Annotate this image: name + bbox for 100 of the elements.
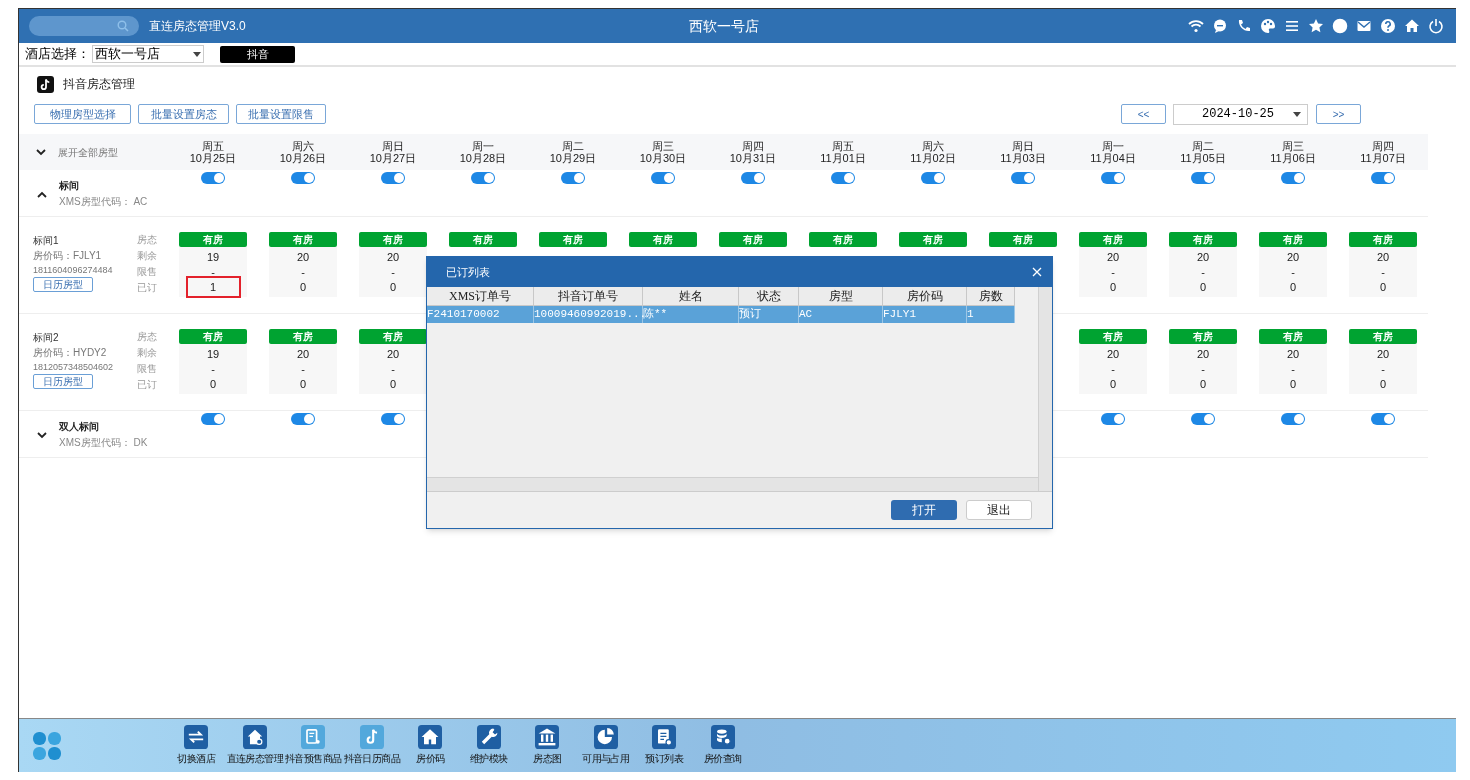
column-header[interactable]: 姓名 bbox=[643, 287, 739, 306]
close-icon[interactable] bbox=[1032, 267, 1042, 277]
hotel-select[interactable]: 西软一号店 bbox=[92, 45, 204, 63]
dialog-button[interactable]: 退出 bbox=[966, 500, 1032, 520]
toggle-switch[interactable] bbox=[1191, 172, 1215, 184]
previous-button[interactable]: << bbox=[1121, 104, 1166, 124]
phone-icon[interactable] bbox=[1236, 18, 1252, 34]
help-icon[interactable] bbox=[1380, 18, 1396, 34]
toggle-switch[interactable] bbox=[201, 413, 225, 425]
booked-value[interactable]: 0 bbox=[365, 276, 421, 298]
taskbar-item[interactable]: 抖音预售商品 bbox=[284, 725, 343, 766]
booked-value[interactable]: 0 bbox=[1355, 373, 1411, 395]
row-label: 剩余 bbox=[137, 346, 157, 360]
wifi-icon[interactable] bbox=[1188, 18, 1204, 34]
booked-value[interactable]: 1 bbox=[185, 276, 241, 298]
booked-value[interactable]: 0 bbox=[365, 373, 421, 395]
toggle-switch[interactable] bbox=[1011, 172, 1035, 184]
taskbar-item[interactable]: 维护模块 bbox=[459, 725, 518, 766]
toggle-switch[interactable] bbox=[291, 413, 315, 425]
booked-value[interactable]: 0 bbox=[1355, 276, 1411, 298]
booked-value[interactable]: 0 bbox=[1085, 276, 1141, 298]
toggle-switch[interactable] bbox=[1281, 413, 1305, 425]
column-header[interactable]: 抖音订单号 bbox=[534, 287, 643, 306]
rate-code: 房价码：FJLY1 bbox=[33, 249, 103, 263]
date-label: 10月25日 bbox=[189, 152, 237, 164]
horizontal-scrollbar[interactable] bbox=[427, 477, 1038, 491]
booked-value[interactable]: 0 bbox=[1085, 373, 1141, 395]
chat-icon[interactable] bbox=[1212, 18, 1228, 34]
date-select[interactable]: 2024-10-25 bbox=[1173, 103, 1308, 125]
toggle-switch[interactable] bbox=[201, 172, 225, 184]
status-badge: 有房 bbox=[989, 232, 1057, 247]
taskbar-item[interactable]: 切换酒店 bbox=[167, 725, 226, 766]
toggle-switch[interactable] bbox=[1371, 172, 1395, 184]
column-header[interactable]: 状态 bbox=[739, 287, 799, 306]
toggle-switch[interactable] bbox=[1191, 413, 1215, 425]
home-icon[interactable] bbox=[1404, 18, 1420, 34]
toggle-switch[interactable] bbox=[381, 172, 405, 184]
mail-icon[interactable] bbox=[1356, 18, 1372, 34]
booked-value[interactable]: 0 bbox=[275, 276, 331, 298]
calendar-button[interactable]: 日历房型 bbox=[33, 374, 93, 389]
status-badge: 有房 bbox=[359, 232, 427, 247]
action-button[interactable]: 物理房型选择 bbox=[34, 104, 131, 124]
vertical-scrollbar[interactable] bbox=[1038, 287, 1052, 491]
status-badge: 有房 bbox=[1079, 329, 1147, 344]
limit-value: - bbox=[391, 362, 395, 376]
star-icon[interactable] bbox=[1308, 18, 1324, 34]
toggle-switch[interactable] bbox=[741, 172, 765, 184]
remaining-value: 20 bbox=[296, 347, 310, 362]
taskbar-item[interactable]: 房价查询 bbox=[693, 725, 752, 766]
toggle-switch[interactable] bbox=[1281, 172, 1305, 184]
palette-icon[interactable] bbox=[1260, 18, 1276, 34]
column-header[interactable]: 房价码 bbox=[883, 287, 967, 306]
search-icon bbox=[117, 20, 129, 32]
status-badge: 有房 bbox=[1169, 329, 1237, 344]
booked-value[interactable]: 0 bbox=[1265, 276, 1321, 298]
next-button[interactable]: >> bbox=[1316, 104, 1361, 124]
toggle-switch[interactable] bbox=[381, 413, 405, 425]
dialog-button[interactable]: 打开 bbox=[891, 500, 957, 520]
status-badge: 有房 bbox=[179, 232, 247, 247]
column-header[interactable]: 房型 bbox=[799, 287, 883, 306]
toggle-switch[interactable] bbox=[1371, 413, 1395, 425]
taskbar-item[interactable]: 房态图 bbox=[518, 725, 577, 766]
toggle-switch[interactable] bbox=[1101, 413, 1125, 425]
search-field[interactable] bbox=[29, 16, 139, 36]
booked-value[interactable]: 0 bbox=[275, 373, 331, 395]
toggle-switch[interactable] bbox=[471, 172, 495, 184]
limit-value: - bbox=[1111, 362, 1115, 376]
taskbar-item[interactable]: 房价码 bbox=[401, 725, 460, 766]
menu-icon[interactable] bbox=[1284, 18, 1300, 34]
action-button[interactable]: 批量设置限售 bbox=[236, 104, 326, 124]
toggle-switch[interactable] bbox=[291, 172, 315, 184]
power-icon[interactable] bbox=[1428, 18, 1444, 34]
booked-value[interactable]: 0 bbox=[1265, 373, 1321, 395]
remaining-value: 20 bbox=[1106, 250, 1120, 265]
taskbar-item[interactable]: 抖音日历商品 bbox=[342, 725, 401, 766]
limit-value: - bbox=[1201, 362, 1205, 376]
channel-button[interactable]: 抖音 bbox=[220, 45, 295, 63]
toggle-switch[interactable] bbox=[561, 172, 585, 184]
booked-value[interactable]: 0 bbox=[185, 373, 241, 395]
chevron-up-icon[interactable] bbox=[37, 190, 47, 198]
table-cell: FJLY1 bbox=[883, 306, 967, 323]
booked-value[interactable]: 0 bbox=[1175, 276, 1231, 298]
toggle-switch[interactable] bbox=[1101, 172, 1125, 184]
booked-value[interactable]: 0 bbox=[1175, 373, 1231, 395]
toggle-switch[interactable] bbox=[831, 172, 855, 184]
calendar-button[interactable]: 日历房型 bbox=[33, 277, 93, 292]
chevron-down-icon[interactable] bbox=[37, 431, 47, 439]
limit-value: - bbox=[1381, 362, 1385, 376]
status-badge: 有房 bbox=[1259, 232, 1327, 247]
chevron-down-icon[interactable] bbox=[36, 148, 46, 156]
toggle-switch[interactable] bbox=[921, 172, 945, 184]
remaining-value: 20 bbox=[1106, 347, 1120, 362]
taskbar-item[interactable]: 预订列表 bbox=[635, 725, 694, 766]
status-badge: 有房 bbox=[1349, 232, 1417, 247]
taskbar-item[interactable]: 可用与占用 bbox=[576, 725, 635, 766]
action-button[interactable]: 批量设置房态 bbox=[138, 104, 229, 124]
taskbar-item[interactable]: 直连房态管理 bbox=[225, 725, 284, 766]
column-header[interactable]: XMS订单号 bbox=[427, 287, 534, 306]
toggle-switch[interactable] bbox=[651, 172, 675, 184]
column-header[interactable]: 房数 bbox=[967, 287, 1015, 306]
